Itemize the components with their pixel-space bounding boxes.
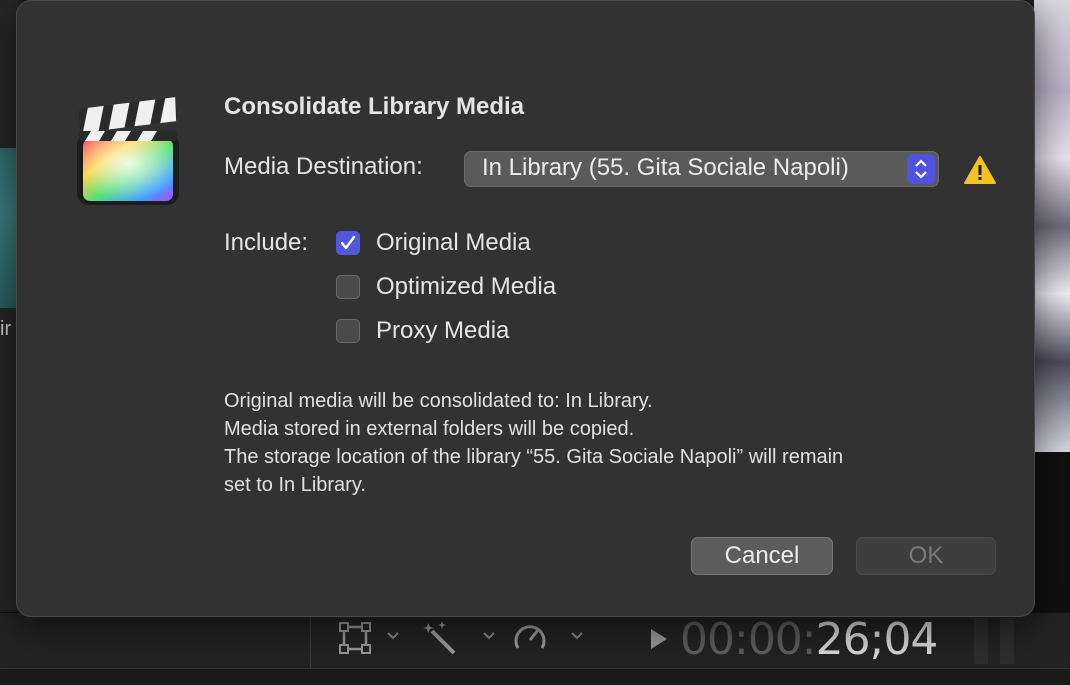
timecode-display: 00:00:26;04 <box>680 614 939 665</box>
checkmark-icon <box>340 235 356 250</box>
include-label: Include: <box>224 229 309 256</box>
viewer-letterbox <box>1034 452 1070 612</box>
final-cut-pro-icon <box>75 95 181 207</box>
clip-thumbnail[interactable] <box>0 148 16 308</box>
info-line: set to In Library. <box>224 474 366 496</box>
clip-name-fragment: ir <box>0 318 12 340</box>
audio-meter-left <box>974 618 988 664</box>
proxy-media-option[interactable]: Proxy Media <box>336 316 509 346</box>
optimized-media-label: Optimized Media <box>376 273 557 300</box>
media-destination-value: In Library (55. Gita Sociale Napoli) <box>482 154 849 181</box>
consolidate-dialog: Consolidate Library Media Media Destinat… <box>17 1 1034 616</box>
chevron-down-icon[interactable] <box>386 628 400 644</box>
info-line: Media stored in external folders will be… <box>224 418 635 440</box>
timeline-edge <box>0 668 1070 685</box>
timecode-bright: 26;04 <box>815 614 939 665</box>
info-line: Original media will be consolidated to: … <box>224 390 653 412</box>
warning-triangle-icon[interactable] <box>963 155 997 185</box>
chevron-down-icon[interactable] <box>570 628 584 644</box>
magic-wand-icon[interactable] <box>422 618 460 658</box>
up-down-chevron-icon <box>907 154 935 184</box>
play-icon[interactable] <box>648 626 670 657</box>
proxy-media-checkbox[interactable] <box>336 319 360 343</box>
consolidation-info: Original media will be consolidated to: … <box>224 387 984 499</box>
cancel-button[interactable]: Cancel <box>691 537 833 575</box>
optimized-media-checkbox[interactable] <box>336 275 360 299</box>
toolbar-divider <box>310 612 311 668</box>
original-media-checkbox[interactable] <box>336 231 360 255</box>
transform-icon[interactable] <box>338 618 372 658</box>
audio-meter-right <box>1000 618 1014 664</box>
chevron-down-icon[interactable] <box>482 628 496 644</box>
timecode-dim: 00:00: <box>680 614 817 665</box>
viewer-image <box>1034 0 1070 452</box>
dialog-title: Consolidate Library Media <box>224 93 525 120</box>
speedometer-icon[interactable] <box>512 618 548 658</box>
original-media-option[interactable]: Original Media <box>336 228 531 258</box>
optimized-media-option[interactable]: Optimized Media <box>336 272 556 302</box>
info-line: The storage location of the library “55.… <box>224 446 844 468</box>
proxy-media-label: Proxy Media <box>376 317 510 344</box>
media-destination-popup[interactable]: In Library (55. Gita Sociale Napoli) <box>464 151 939 187</box>
ok-button[interactable]: OK <box>856 537 996 575</box>
original-media-label: Original Media <box>376 229 531 256</box>
media-destination-label: Media Destination: <box>224 153 423 180</box>
